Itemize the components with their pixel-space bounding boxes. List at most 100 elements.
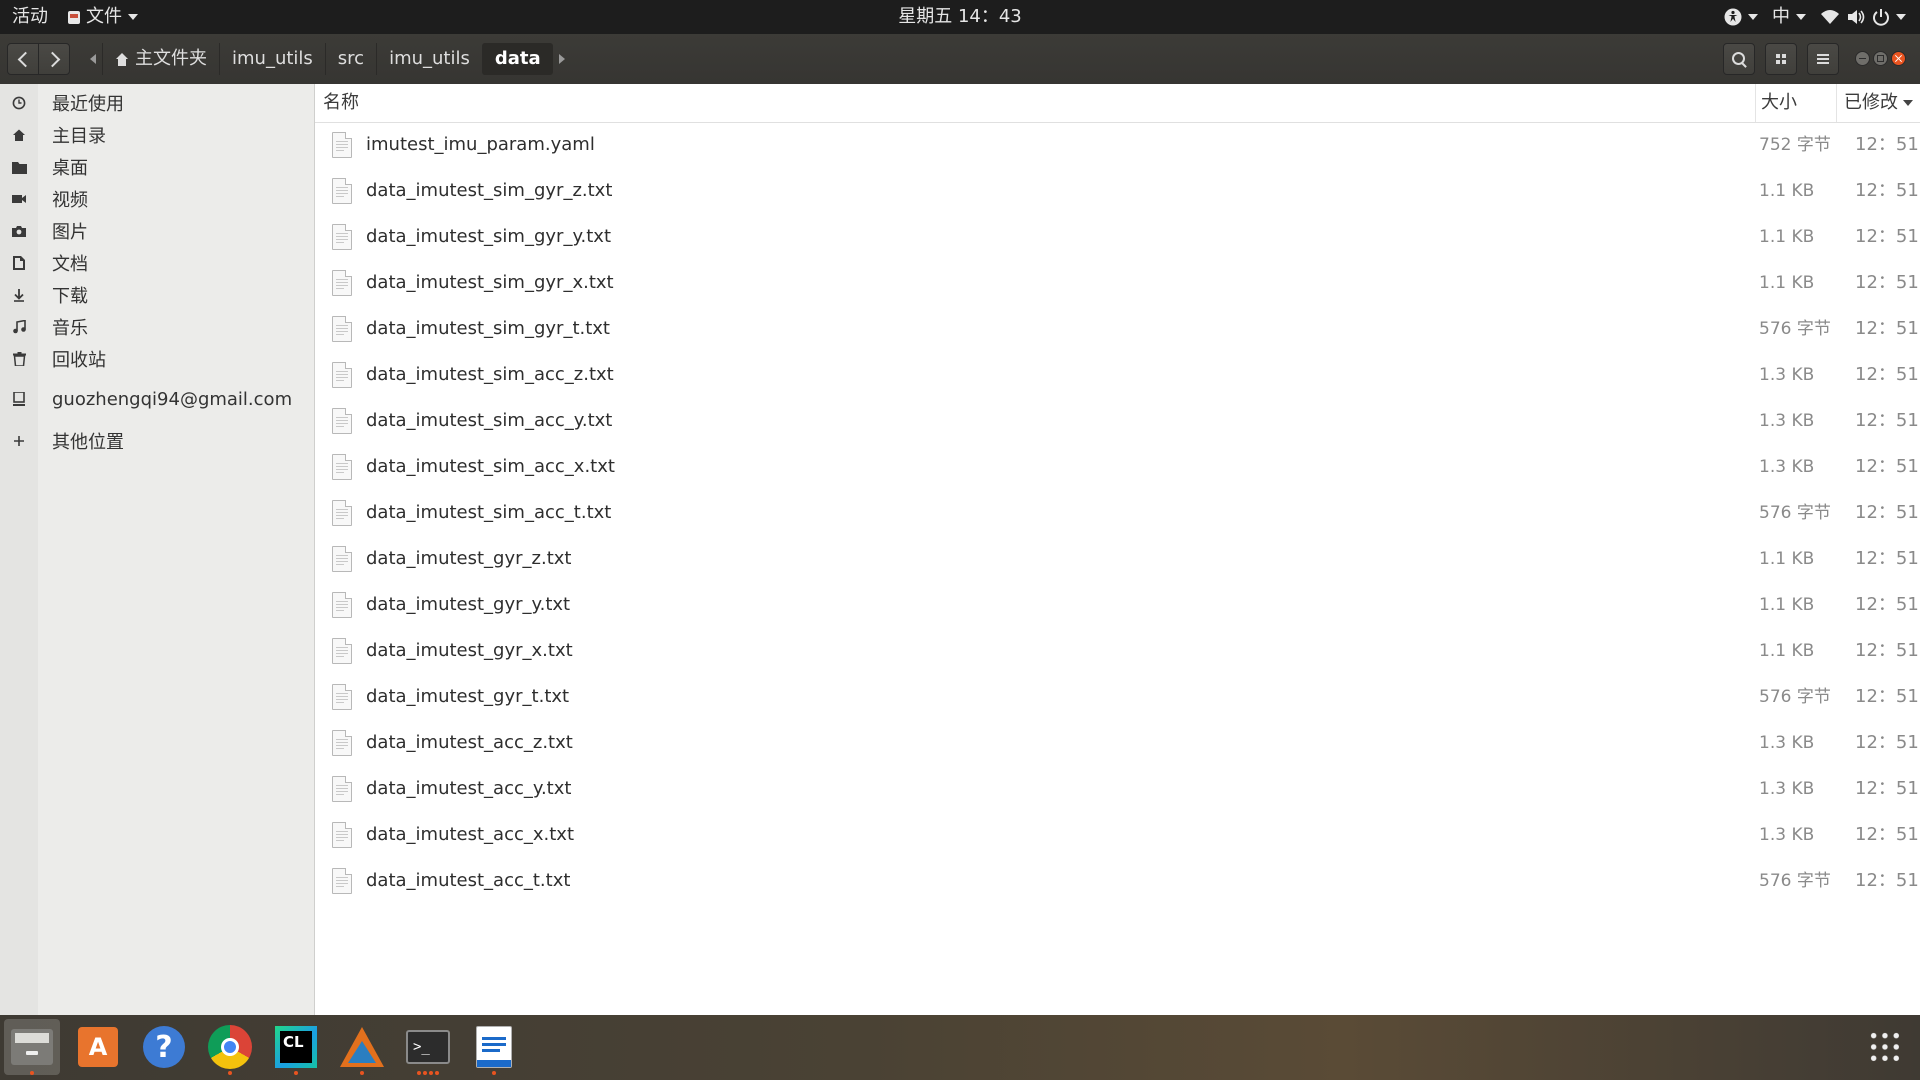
table-row[interactable]: data_imutest_sim_gyr_x.txt 1.1 KB 12：51 [315,260,1920,306]
table-row[interactable]: data_imutest_acc_t.txt 576 字节 12：51 [315,858,1920,904]
header-bar: 主文件夹 imu_utils src imu_utils data [0,34,1920,85]
menu-button[interactable] [1807,43,1839,75]
text-file-icon [332,868,352,894]
sidebar-item-pictures[interactable]: 图片 [0,215,314,247]
table-row[interactable]: data_imutest_sim_gyr_t.txt 576 字节 12：51 [315,306,1920,352]
system-tray[interactable]: 中 [1724,0,1906,34]
column-header-row: 名称 大小 已修改 [315,84,1920,123]
table-row[interactable]: data_imutest_sim_acc_x.txt 1.3 KB 12：51 [315,444,1920,490]
running-indicator [30,1071,34,1075]
table-row[interactable]: data_imutest_acc_x.txt 1.3 KB 12：51 [315,812,1920,858]
dock-item-writer[interactable] [466,1019,522,1075]
table-row[interactable]: data_imutest_sim_acc_y.txt 1.3 KB 12：51 [315,398,1920,444]
file-size: 576 字节 [1759,319,1831,339]
table-row[interactable]: data_imutest_acc_z.txt 1.3 KB 12：51 [315,720,1920,766]
dock-item-chrome[interactable] [202,1019,258,1075]
breadcrumb-src[interactable]: src [324,43,376,75]
dock-item-terminal[interactable]: >_ [400,1019,456,1075]
sidebar-item-videos[interactable]: 视频 [0,183,314,215]
back-button[interactable] [7,43,39,75]
breadcrumb-data[interactable]: data [481,43,553,75]
triangle-right-icon [558,54,565,64]
sidebar-item-documents[interactable]: 文档 [0,247,314,279]
forward-button[interactable] [38,43,70,75]
breadcrumb-home[interactable]: 主文件夹 [102,43,219,75]
text-file-icon [332,776,352,802]
column-header-size[interactable]: 大小 [1755,84,1841,122]
sidebar-item-other-locations[interactable]: 其他位置 [0,425,314,457]
terminal-icon: >_ [406,1030,450,1064]
table-row[interactable]: data_imutest_gyr_y.txt 1.1 KB 12：51 [315,582,1920,628]
search-icon [1731,51,1745,65]
clion-icon [275,1026,317,1068]
wifi-icon [1821,10,1839,24]
table-row[interactable]: data_imutest_gyr_x.txt 1.1 KB 12：51 [315,628,1920,674]
path-scroll-right-button[interactable] [553,43,571,75]
table-row[interactable]: data_imutest_gyr_t.txt 576 字节 12：51 [315,674,1920,720]
file-size: 1.1 KB [1759,227,1815,247]
table-row[interactable]: imutest_imu_param.yaml 752 字节 12：51 [315,122,1920,168]
sidebar-item-desktop[interactable]: 桌面 [0,151,314,183]
sidebar-item-label: 主目录 [52,126,106,147]
places-sidebar: 最近使用 主目录 桌面 视频 图片 文档 下载 音乐 回收站 guozhengq… [0,84,315,1015]
show-applications-grid-icon[interactable] [1868,1030,1902,1064]
sort-descending-icon [1903,100,1913,106]
table-row[interactable]: data_imutest_gyr_z.txt 1.1 KB 12：51 [315,536,1920,582]
path-scroll-left-button[interactable] [84,43,102,75]
dock-item-software-store[interactable]: A [70,1019,126,1075]
chevron-down-icon [1796,14,1806,20]
file-modified: 12：51 [1855,180,1919,201]
file-size: 576 字节 [1759,871,1831,891]
dock-item-help[interactable]: ? [136,1019,192,1075]
dock-item-clion[interactable] [268,1019,324,1075]
file-modified: 12：51 [1855,318,1919,339]
home-icon [0,128,38,142]
clock[interactable]: 星期五 14：43 [0,0,1920,34]
breadcrumb-imu-utils-inner[interactable]: imu_utils [376,43,482,75]
table-row[interactable]: data_imutest_sim_gyr_y.txt 1.1 KB 12：51 [315,214,1920,260]
column-header-modified[interactable]: 已修改 [1836,84,1920,122]
file-name: data_imutest_gyr_x.txt [366,640,573,661]
file-size: 576 字节 [1759,503,1831,523]
sidebar-item-online-account[interactable]: guozhengqi94@gmail.com [0,383,314,415]
table-row[interactable]: data_imutest_sim_acc_t.txt 576 字节 12：51 [315,490,1920,536]
maximize-button[interactable] [1873,51,1888,66]
text-file-icon [332,270,352,296]
breadcrumb-imu-utils[interactable]: imu_utils [219,43,325,75]
minimize-button[interactable] [1855,51,1870,66]
file-modified: 12：51 [1855,686,1919,707]
file-modified: 12：51 [1855,870,1919,891]
file-modified: 12：51 [1855,594,1919,615]
file-size: 752 字节 [1759,135,1831,155]
sidebar-item-downloads[interactable]: 下载 [0,279,314,311]
column-header-name[interactable]: 名称 [323,84,359,122]
writer-icon [476,1026,512,1068]
file-modified: 12：51 [1855,778,1919,799]
table-row[interactable]: data_imutest_acc_y.txt 1.3 KB 12：51 [315,766,1920,812]
accessibility-menu[interactable] [1724,8,1758,26]
file-name: imutest_imu_param.yaml [366,134,595,155]
table-row[interactable]: data_imutest_sim_acc_z.txt 1.3 KB 12：51 [315,352,1920,398]
dock-item-files[interactable] [4,1019,60,1075]
music-icon [0,320,38,334]
sidebar-item-trash[interactable]: 回收站 [0,343,314,375]
file-modified: 12：51 [1855,456,1919,477]
file-name: data_imutest_acc_x.txt [366,824,575,845]
matlab-icon [340,1027,384,1067]
sidebar-item-music[interactable]: 音乐 [0,311,314,343]
sidebar-item-label: 音乐 [52,318,88,339]
sidebar-item-label: 最近使用 [52,94,124,115]
close-button[interactable] [1891,51,1906,66]
text-file-icon [332,684,352,710]
input-method-menu[interactable]: 中 [1772,0,1806,34]
search-button[interactable] [1723,43,1755,75]
triangle-left-icon [90,54,96,64]
sidebar-item-recent[interactable]: 最近使用 [0,87,314,119]
dock-item-matlab[interactable] [334,1019,390,1075]
table-row[interactable]: data_imutest_sim_gyr_z.txt 1.1 KB 12：51 [315,168,1920,214]
sidebar-item-home[interactable]: 主目录 [0,119,314,151]
file-size: 1.3 KB [1759,457,1815,477]
view-mode-button[interactable] [1765,43,1797,75]
chrome-icon [208,1025,252,1069]
status-menu[interactable] [1820,8,1906,26]
